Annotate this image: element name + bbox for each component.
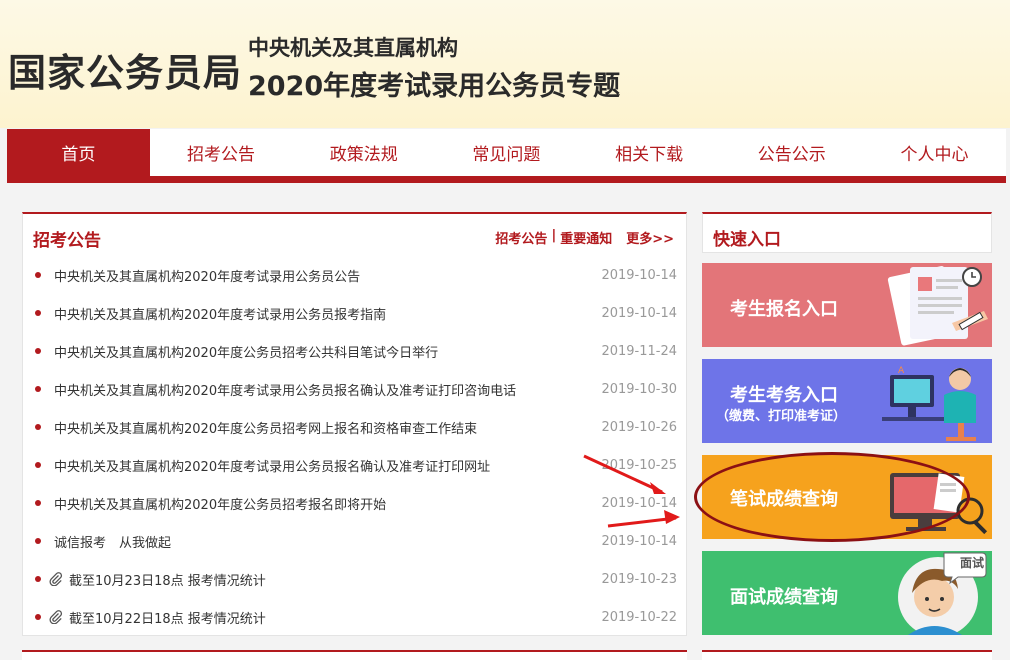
registration-entry-button[interactable]: 考生报名入口 (702, 263, 992, 347)
written-scores-illustration (890, 473, 988, 535)
nav-downloads[interactable]: 相关下载 (578, 129, 721, 176)
exam-affairs-entry-label: 考生考务入口 (730, 385, 838, 406)
paperclip-icon (49, 610, 65, 624)
bullet-icon (35, 310, 41, 316)
nav-policies[interactable]: 政策法规 (292, 129, 435, 176)
announcement-date: 2019-10-14 (601, 267, 677, 283)
announcement-link[interactable]: 中央机关及其直属机构2020年度考试录用公务员报名确认及准考证打印咨询电话 (54, 380, 601, 399)
bullet-icon (35, 500, 41, 506)
bullet-icon (35, 462, 41, 468)
bullet-icon (35, 576, 41, 582)
list-item: 截至10月23日18点 报考情况统计 2019-10-23 (23, 560, 687, 598)
announcement-date: 2019-11-24 (601, 343, 677, 359)
list-item: 中央机关及其直属机构2020年度考试录用公务员报名确认及准考证打印网址 2019-… (23, 446, 687, 484)
announcement-date: 2019-10-22 (601, 609, 677, 625)
header-subtitle-line1: 中央机关及其直属机构 (248, 36, 458, 60)
svg-text:A: A (898, 366, 905, 376)
announcement-link[interactable]: 截至10月23日18点 报考情况统计 (69, 570, 601, 589)
written-scores-button[interactable]: 笔试成绩查询 (702, 455, 992, 539)
list-item: 中央机关及其直属机构2020年度公务员招考报名即将开始 2019-10-14 (23, 484, 687, 522)
announcement-date: 2019-10-30 (601, 381, 677, 397)
interview-scores-button[interactable]: 面试 面试成绩查询 (702, 551, 992, 635)
exam-affairs-entry-button[interactable]: A 考生考务入口 （缴费、打印准考证） (702, 359, 992, 443)
announcements-links: 招考公告 | 重要通知 更多>> (495, 228, 674, 247)
announcement-date: 2019-10-25 (601, 457, 677, 473)
announcements-title: 招考公告 (33, 231, 101, 251)
nav-faq[interactable]: 常见问题 (435, 129, 578, 176)
bullet-icon (35, 272, 41, 278)
bullet-icon (35, 614, 41, 620)
nav-personal-center[interactable]: 个人中心 (863, 129, 1006, 176)
list-item: 中央机关及其直属机构2020年度公务员招考公共科目笔试今日举行 2019-11-2… (23, 332, 687, 370)
announcement-link[interactable]: 截至10月22日18点 报考情况统计 (69, 608, 601, 627)
site-name: 国家公务员局 (8, 51, 243, 95)
announcement-date: 2019-10-14 (601, 533, 677, 549)
announcement-date: 2019-10-23 (601, 571, 677, 587)
interview-badge: 面试 (960, 556, 985, 570)
header-subtitle-line2: 2020年度考试录用公务员专题 (248, 71, 621, 102)
list-item: 中央机关及其直属机构2020年度考试录用公务员报名确认及准考证打印咨询电话 201… (23, 370, 687, 408)
written-scores-label: 笔试成绩查询 (730, 489, 838, 510)
announcement-date: 2019-10-26 (601, 419, 677, 435)
quick-access-header: 快速入口 (702, 212, 992, 253)
announcements-list: 中央机关及其直属机构2020年度考试录用公务员公告 2019-10-14 中央机关… (23, 256, 687, 636)
paperclip-icon (49, 572, 65, 586)
announcements-link[interactable]: 招考公告 (495, 228, 547, 247)
exam-affairs-entry-sublabel: （缴费、打印准考证） (716, 409, 847, 424)
more-link[interactable]: 更多>> (626, 228, 674, 247)
list-item: 中央机关及其直属机构2020年度考试录用公务员报考指南 2019-10-14 (23, 294, 687, 332)
announcement-link[interactable]: 中央机关及其直属机构2020年度考试录用公务员报名确认及准考证打印网址 (54, 456, 601, 475)
registration-entry-label: 考生报名入口 (730, 299, 838, 320)
bullet-icon (35, 348, 41, 354)
link-separator: | (551, 228, 557, 243)
important-notices-link[interactable]: 重要通知 (560, 228, 612, 247)
bullet-icon (35, 538, 41, 544)
announcement-link[interactable]: 中央机关及其直属机构2020年度公务员招考报名即将开始 (54, 494, 601, 513)
bullet-icon (35, 424, 41, 430)
announcement-link[interactable]: 中央机关及其直属机构2020年度考试录用公务员报考指南 (54, 304, 601, 323)
announcement-link[interactable]: 中央机关及其直属机构2020年度公务员招考公共科目笔试今日举行 (54, 342, 601, 361)
main-nav: 首页 招考公告 政策法规 常见问题 相关下载 公告公示 个人中心 (7, 129, 1006, 183)
announcement-date: 2019-10-14 (601, 495, 677, 511)
registration-illustration (887, 266, 988, 346)
list-item: 中央机关及其直属机构2020年度公务员招考网上报名和资格审查工作结束 2019-1… (23, 408, 687, 446)
announcements-panel: 招考公告 招考公告 | 重要通知 更多>> 中央机关及其直属机构2020年度考试… (22, 212, 687, 636)
nav-home[interactable]: 首页 (7, 129, 150, 176)
announcement-link[interactable]: 中央机关及其直属机构2020年度公务员招考网上报名和资格审查工作结束 (54, 418, 601, 437)
announcement-link[interactable]: 诚信报考 从我做起 (54, 532, 601, 551)
interview-scores-label: 面试成绩查询 (730, 587, 838, 608)
next-panel-edge (22, 650, 687, 660)
exam-affairs-illustration: A (882, 366, 976, 441)
site-header: 国家公务员局 中央机关及其直属机构 2020年度考试录用公务员专题 (0, 0, 1010, 128)
list-item: 截至10月22日18点 报考情况统计 2019-10-22 (23, 598, 687, 636)
announcement-date: 2019-10-14 (601, 305, 677, 321)
bullet-icon (35, 386, 41, 392)
nav-public-notices[interactable]: 公告公示 (720, 129, 863, 176)
list-item: 中央机关及其直属机构2020年度考试录用公务员公告 2019-10-14 (23, 256, 687, 294)
nav-announcements[interactable]: 招考公告 (150, 129, 293, 176)
list-item: 诚信报考 从我做起 2019-10-14 (23, 522, 687, 560)
quick-access-title: 快速入口 (713, 230, 781, 250)
next-panel-edge (702, 650, 992, 660)
announcement-link[interactable]: 中央机关及其直属机构2020年度考试录用公务员公告 (54, 266, 601, 285)
